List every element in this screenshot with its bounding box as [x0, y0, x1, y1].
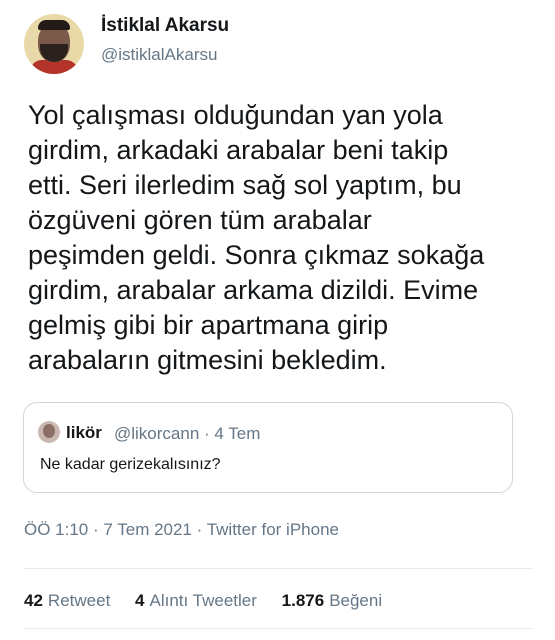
- tweet-text-line: peşimden geldi. Sonra çıkmaz sokağa: [28, 240, 485, 270]
- quoted-author-avatar: [38, 421, 60, 443]
- quoted-tweet[interactable]: likör @likorcann · 4 Tem Ne kadar gerize…: [23, 402, 513, 493]
- quotes-count: 4: [135, 591, 145, 610]
- author-avatar[interactable]: [24, 14, 84, 74]
- likes-stat[interactable]: 1.876 Beğeni: [282, 591, 382, 611]
- quoted-tweet-text: Ne kadar gerizekalısınız?: [40, 456, 221, 473]
- retweets-count: 42: [24, 591, 43, 610]
- tweet-card: İstiklal Akarsu @istiklalAkarsu Yol çalı…: [0, 0, 555, 640]
- divider: [23, 568, 533, 569]
- quoted-author-name: likör: [66, 423, 102, 442]
- tweet-text-line: girdim, arabalar arkama dizildi. Evime: [28, 275, 479, 305]
- quotes-stat[interactable]: 4 Alıntı Tweetler: [135, 591, 257, 611]
- author-name[interactable]: İstiklal Akarsu: [101, 15, 229, 37]
- retweets-label: Retweet: [47, 591, 111, 610]
- tweet-text-line: etti. Seri ilerledim sağ sol yaptım, bu: [28, 170, 462, 200]
- likes-label: Beğeni: [329, 591, 383, 610]
- author-handle[interactable]: @istiklalAkarsu: [101, 45, 217, 65]
- divider: [23, 628, 533, 629]
- tweet-text-line: girdim, arkadaki arabalar beni takip: [28, 135, 449, 165]
- tweet-text-line: Yol çalışması olduğundan yan yola: [28, 100, 443, 130]
- likes-count: 1.876: [281, 591, 325, 610]
- tweet-stats: 42 Retweet 4 Alıntı Tweetler 1.876 Beğeni: [24, 591, 402, 611]
- avatar-hair: [38, 20, 70, 30]
- avatar-shirt: [30, 60, 78, 74]
- tweet-text: Yol çalışması olduğundan yan yola girdim…: [28, 98, 528, 378]
- tweet-text-line: gelmiş gibi bir apartmana girip: [28, 310, 389, 340]
- quoted-avatar-face: [43, 424, 55, 438]
- retweets-stat[interactable]: 42 Retweet: [24, 591, 110, 611]
- quoted-author-handle-date: @likorcann · 4 Tem: [114, 424, 261, 443]
- tweet-timestamp-source[interactable]: ÖÖ 1:10 · 7 Tem 2021 · Twitter for iPhon…: [24, 520, 339, 540]
- tweet-text-line: özgüveni gören tüm arabalar: [28, 205, 372, 235]
- tweet-text-line: arabaların gitmesini bekledim.: [28, 345, 387, 375]
- quotes-label: Alıntı Tweetler: [149, 591, 257, 610]
